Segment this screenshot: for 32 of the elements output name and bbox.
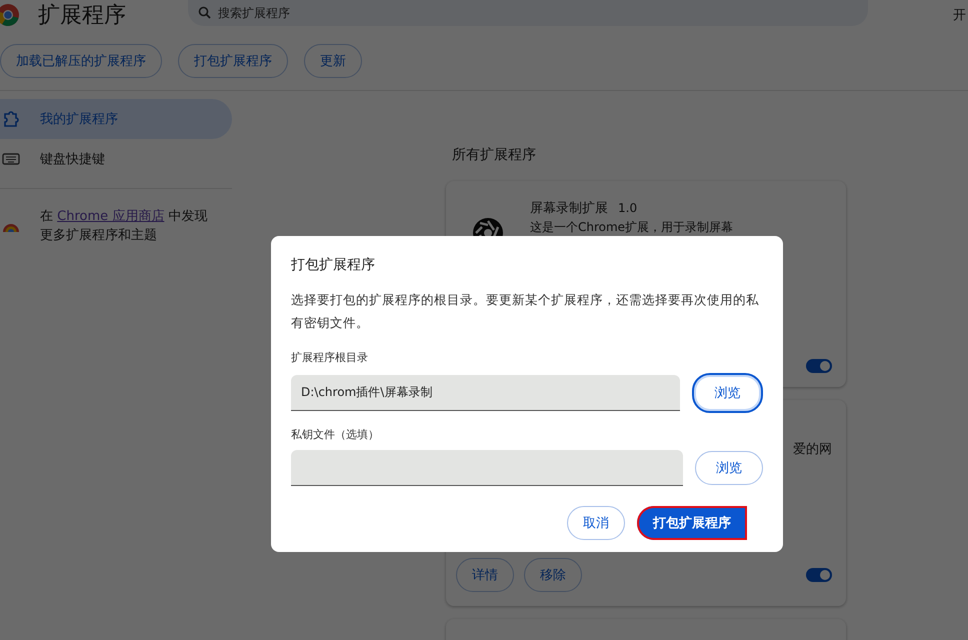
enable-toggle[interactable] — [806, 359, 832, 373]
extension-description: 这是一个Chrome扩展，用于录制屏幕 — [530, 219, 734, 236]
extension-description: 爱的网 — [793, 441, 832, 458]
card-button[interactable]: 详情 — [456, 558, 514, 592]
header-text: 开 — [953, 7, 966, 24]
browse-button[interactable]: 浏览 — [692, 373, 763, 413]
dialog-description: 选择要打包的扩展程序的根目录。要更新某个扩展程序，还需选择要再次使用的私有密钥文件。 — [291, 291, 760, 332]
pack-button[interactable]: 打包扩展程序 — [637, 506, 747, 540]
store-promo-text: 在 Chrome 应用商店 中发现更多扩展程序和主题 — [40, 208, 208, 245]
field-label: 私钥文件（选填） — [291, 427, 380, 442]
sidebar-item[interactable]: 我的扩展程序 — [0, 99, 232, 139]
cancel-button[interactable]: 取消 — [567, 506, 625, 540]
enable-toggle[interactable] — [806, 568, 832, 582]
toolbar-button[interactable]: 更新 — [304, 44, 362, 78]
path-field[interactable]: D:\chrom插件\屏幕录制 — [291, 375, 680, 411]
card-button[interactable]: 移除 — [524, 558, 582, 592]
search-icon — [198, 6, 211, 19]
toolbar-button[interactable]: 打包扩展程序 — [178, 44, 288, 78]
path-field[interactable] — [291, 450, 683, 486]
search-field[interactable]: 搜索扩展程序 — [188, 0, 868, 26]
keyboard-icon — [2, 152, 20, 166]
field-label: 扩展程序根目录 — [291, 350, 369, 365]
toolbar-button[interactable]: 加载已解压的扩展程序 — [0, 44, 162, 78]
puzzle-icon — [2, 110, 20, 128]
browse-button[interactable]: 浏览 — [695, 451, 763, 485]
dialog-title: 打包扩展程序 — [291, 256, 376, 274]
extension-name: 屏幕录制扩展 — [530, 200, 608, 217]
page-title: 扩展程序 — [38, 2, 127, 30]
extension-version: 1.0 — [618, 201, 638, 215]
sidebar-item[interactable]: 键盘快捷键 — [0, 139, 232, 179]
section-heading: 所有扩展程序 — [452, 146, 537, 164]
store-link[interactable]: Chrome 应用商店 — [57, 209, 164, 224]
